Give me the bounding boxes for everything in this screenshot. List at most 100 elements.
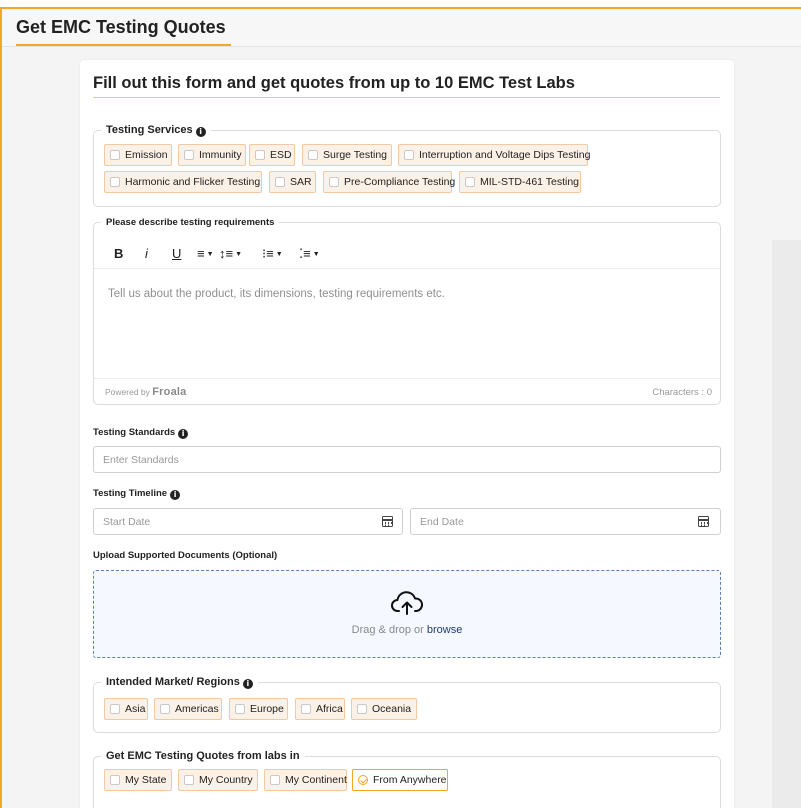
testing-standards-label: Testing Standards i: [93, 427, 189, 439]
testing-services-group: Testing Services i Emission Immunity ESD Sur…: [93, 124, 721, 207]
cloud-upload-icon: [391, 591, 423, 615]
chevron-down-icon: ▼: [275, 251, 283, 258]
quote-form-card: Fill out this form and get quotes from u…: [80, 60, 734, 808]
option-label: Immunity: [199, 149, 242, 161]
requirements-legend: Please describe testing requirements: [106, 217, 275, 228]
option-chip-mil-std-461-testing[interactable]: MIL-STD-461 Testing: [459, 171, 581, 193]
info-icon[interactable]: i: [242, 679, 253, 689]
unordered-list-button[interactable]: ⁚≡ ▼: [299, 246, 320, 262]
option-chip-esd[interactable]: ESD: [249, 144, 295, 166]
checkbox-icon[interactable]: [110, 150, 120, 160]
checkbox-icon[interactable]: [358, 775, 368, 785]
option-label: Pre-Compliance Testing: [344, 176, 456, 188]
option-chip-my-continent[interactable]: My Continent: [264, 769, 347, 791]
option-chip-interruption-and-voltage-dips-testing[interactable]: Interruption and Voltage Dips Testing: [398, 144, 591, 166]
calendar-icon[interactable]: [382, 516, 393, 527]
option-chip-my-state[interactable]: My State: [104, 769, 172, 791]
align-icon: ≡: [197, 246, 205, 261]
info-icon[interactable]: i: [170, 490, 181, 500]
italic-button[interactable]: i: [145, 246, 148, 261]
browse-link[interactable]: browse: [427, 624, 462, 636]
start-date-input[interactable]: [93, 508, 403, 535]
option-chip-surge-testing[interactable]: Surge Testing: [302, 144, 392, 166]
checkbox-icon[interactable]: [275, 177, 285, 187]
option-label: My State: [125, 774, 167, 786]
checkbox-icon[interactable]: [160, 704, 170, 714]
checkbox-icon[interactable]: [270, 775, 280, 785]
checkbox-icon[interactable]: [110, 177, 120, 187]
checkbox-icon[interactable]: [110, 704, 120, 714]
option-chip-from-anywhere[interactable]: From Anywhere: [352, 769, 448, 791]
dropzone-text: Drag & drop or browse: [94, 624, 720, 636]
checkbox-icon[interactable]: [255, 150, 265, 160]
option-label: Asia: [125, 703, 146, 715]
checkbox-icon[interactable]: [465, 177, 475, 187]
underline-button[interactable]: U: [172, 246, 181, 261]
option-chip-americas[interactable]: Americas: [154, 698, 222, 720]
froala-logo: Froala: [152, 386, 187, 398]
option-chip-sar[interactable]: SAR: [269, 171, 316, 193]
option-chip-oceania[interactable]: Oceania: [351, 698, 417, 720]
option-chip-europe[interactable]: Europe: [229, 698, 288, 720]
markets-label: Intended Market/ Regions: [106, 676, 240, 688]
line-height-button[interactable]: ↕≡ ▼: [219, 246, 242, 261]
checkbox-icon[interactable]: [308, 150, 318, 160]
testing-standards-input[interactable]: [93, 446, 721, 473]
option-label: Americas: [175, 703, 219, 715]
checkbox-icon[interactable]: [235, 704, 245, 714]
toolbar-divider: [94, 268, 720, 269]
option-label: ESD: [270, 149, 292, 161]
labs-location-legend: Get EMC Testing Quotes from labs in: [106, 750, 300, 762]
scrollbar-track[interactable]: [772, 240, 801, 808]
option-chip-asia[interactable]: Asia: [104, 698, 148, 720]
bold-button[interactable]: B: [114, 246, 123, 261]
option-label: Harmonic and Flicker Testing: [125, 176, 261, 188]
testing-timeline-text: Testing Timeline: [93, 488, 168, 499]
powered-by[interactable]: Powered by Froala: [105, 386, 186, 398]
option-chip-my-country[interactable]: My Country: [178, 769, 258, 791]
end-date-input[interactable]: [410, 508, 721, 535]
option-chip-emission[interactable]: Emission: [104, 144, 172, 166]
checkbox-icon[interactable]: [404, 150, 414, 160]
checkbox-icon[interactable]: [184, 150, 194, 160]
page-header: Get EMC Testing Quotes: [2, 9, 801, 47]
chevron-down-icon: ▼: [312, 251, 320, 258]
option-label: Africa: [316, 703, 343, 715]
form-title-divider: [93, 97, 720, 98]
upload-label: Upload Supported Documents (Optional): [93, 550, 278, 561]
checkbox-icon[interactable]: [301, 704, 311, 714]
testing-services-legend: Testing Services i: [101, 124, 211, 137]
option-label: Surge Testing: [323, 149, 388, 161]
option-chip-pre-compliance-testing[interactable]: Pre-Compliance Testing: [323, 171, 456, 193]
option-label: Europe: [250, 703, 284, 715]
testing-timeline-label: Testing Timeline i: [93, 488, 181, 500]
chevron-down-icon: ▼: [206, 251, 214, 258]
option-chip-harmonic-and-flicker-testing[interactable]: Harmonic and Flicker Testing: [104, 171, 262, 193]
option-label: Interruption and Voltage Dips Testing: [419, 149, 591, 161]
info-icon[interactable]: i: [178, 429, 189, 439]
ordered-list-button[interactable]: ⁝≡ ▼: [262, 246, 283, 262]
ordered-list-icon: ⁝≡: [262, 246, 274, 261]
checkbox-icon[interactable]: [110, 775, 120, 785]
title-underline: [16, 44, 231, 46]
file-dropzone[interactable]: Drag & drop or browse: [93, 570, 721, 658]
align-button[interactable]: ≡ ▼: [197, 246, 214, 261]
calendar-icon[interactable]: [698, 516, 709, 527]
option-label: MIL-STD-461 Testing: [480, 176, 580, 188]
requirements-textarea[interactable]: Tell us about the product, its dimension…: [108, 288, 445, 300]
page-title: Get EMC Testing Quotes: [16, 17, 226, 37]
markets-legend: Intended Market/ Regions i: [101, 676, 258, 689]
option-label: From Anywhere: [373, 774, 447, 786]
powered-by-label: Powered by: [105, 387, 150, 397]
checkbox-icon[interactable]: [184, 775, 194, 785]
testing-standards-text: Testing Standards: [93, 427, 176, 438]
info-icon[interactable]: i: [195, 127, 206, 137]
option-chip-africa[interactable]: Africa: [295, 698, 345, 720]
checkbox-icon[interactable]: [329, 177, 339, 187]
requirements-editor: Please describe testing requirements B i…: [93, 217, 721, 405]
drag-drop-label: Drag & drop or: [351, 624, 427, 636]
labs-location-group: Get EMC Testing Quotes from labs in My S…: [93, 750, 721, 808]
checkbox-icon[interactable]: [357, 704, 367, 714]
option-label: SAR: [290, 176, 312, 188]
option-chip-immunity[interactable]: Immunity: [178, 144, 246, 166]
